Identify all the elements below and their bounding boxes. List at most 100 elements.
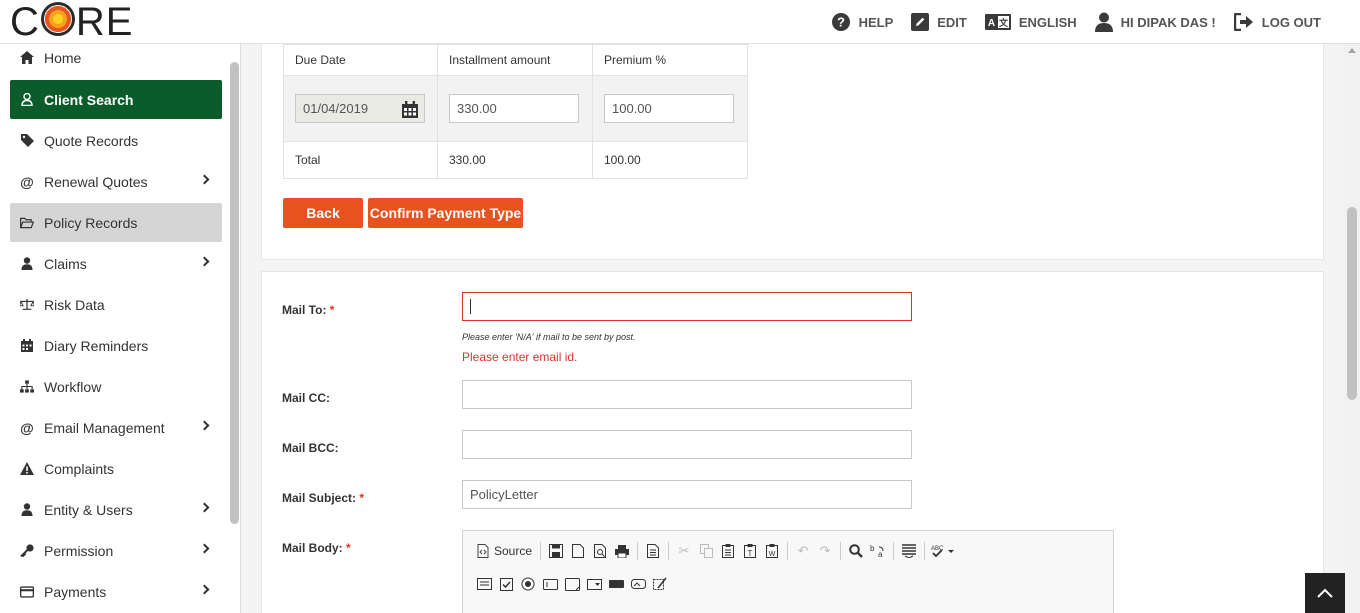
required-mark: * (346, 541, 351, 555)
logo-text-start: C (10, 0, 40, 44)
paste-text-icon[interactable]: T (739, 540, 761, 562)
mail-to-input[interactable] (462, 292, 912, 321)
main-content: Due Date Installment amount Premium % 01… (241, 44, 1344, 613)
select-field-icon[interactable] (583, 573, 605, 595)
cut-icon[interactable]: ✂ (673, 540, 695, 562)
installment-table: Due Date Installment amount Premium % 01… (283, 44, 748, 179)
installment-amount-value: 330.00 (457, 101, 497, 116)
table-row: 01/04/2019 330.00 100.00 (283, 75, 748, 142)
templates-icon[interactable] (642, 540, 664, 562)
undo-icon[interactable]: ↶ (792, 540, 814, 562)
sidebar-item-claims[interactable]: Claims (10, 244, 222, 283)
source-icon (477, 544, 489, 558)
sidebar-item-permission[interactable]: Permission (10, 531, 222, 570)
due-date-field[interactable]: 01/04/2019 (295, 94, 425, 123)
at-icon: @ (20, 419, 34, 436)
sidebar-item-label: Email Management (44, 419, 165, 436)
sidebar-item-home[interactable]: Home (10, 44, 222, 77)
sidebar-item-email-management[interactable]: @ Email Management (10, 408, 222, 447)
total-row: Total 330.00 100.00 (283, 141, 748, 179)
page-scroll-thumb[interactable] (1347, 207, 1357, 400)
preview-icon[interactable] (589, 540, 611, 562)
translate-icon: A文 (984, 14, 1011, 30)
back-to-top-button[interactable] (1305, 573, 1345, 613)
toolbar-separator (637, 542, 639, 560)
svg-text:文: 文 (998, 17, 1009, 28)
sidebar: Home Client Search Quote Records @ Renew… (0, 44, 241, 613)
premium-percent-input[interactable]: 100.00 (604, 94, 734, 123)
mail-subject-input[interactable]: PolicyLetter (462, 480, 912, 509)
svg-text:b: b (870, 544, 875, 553)
edit-icon (911, 13, 930, 31)
total-label: Total (283, 141, 438, 179)
copy-icon[interactable] (695, 540, 717, 562)
sitemap-icon (20, 380, 34, 394)
premium-percent-value: 100.00 (612, 101, 652, 116)
language-link[interactable]: A文 ENGLISH (984, 14, 1077, 30)
installment-amount-input[interactable]: 330.00 (449, 94, 579, 123)
form-icon[interactable] (473, 573, 495, 595)
back-button[interactable]: Back (283, 198, 363, 228)
toolbar-separator (668, 542, 670, 560)
key-icon (20, 544, 34, 558)
mail-bcc-input[interactable] (462, 430, 912, 459)
paste-word-icon[interactable]: W (761, 540, 783, 562)
replace-icon[interactable]: ba (867, 540, 889, 562)
sidebar-item-client-search[interactable]: Client Search (10, 80, 222, 119)
warning-icon (20, 462, 34, 476)
image-button-icon[interactable] (627, 573, 649, 595)
installment-amount-header: Installment amount (437, 44, 593, 76)
sidebar-item-risk-data[interactable]: Risk Data (10, 285, 222, 324)
sidebar-item-workflow[interactable]: Workflow (10, 367, 222, 406)
logout-link[interactable]: LOG OUT (1233, 13, 1321, 31)
scroll-up-arrow-icon[interactable] (1348, 48, 1356, 53)
find-icon[interactable] (845, 540, 867, 562)
help-link[interactable]: ? HELP (831, 12, 893, 32)
select-all-icon[interactable] (898, 540, 920, 562)
spellcheck-icon[interactable]: ABC (929, 540, 959, 562)
sidebar-scrollbar[interactable] (230, 62, 239, 524)
redo-icon[interactable]: ↷ (814, 540, 836, 562)
hidden-field-icon[interactable] (649, 573, 671, 595)
mail-body-editor[interactable]: Source ✂ T W ↶ ↷ ba ABC (462, 530, 1114, 613)
checkbox-icon[interactable] (495, 573, 517, 595)
core-logo[interactable]: C RE (10, 2, 133, 42)
new-page-icon[interactable] (567, 540, 589, 562)
radio-icon[interactable] (517, 573, 539, 595)
editor-toolbar-row-1: Source ✂ T W ↶ ↷ ba ABC (473, 539, 959, 563)
mail-bcc-label: Mail BCC: (282, 441, 339, 455)
calendar-icon[interactable] (402, 101, 418, 118)
chevron-right-icon (199, 584, 210, 595)
sidebar-item-label: Renewal Quotes (44, 173, 148, 190)
user-menu[interactable]: HI DIPAK DAS ! (1094, 12, 1216, 32)
sidebar-item-payments[interactable]: Payments (10, 572, 222, 611)
sidebar-item-diary-reminders[interactable]: Diary Reminders (10, 326, 222, 365)
button-field-icon[interactable] (605, 573, 627, 595)
chevron-right-icon (199, 256, 210, 267)
top-nav: ? HELP EDIT A文 ENGLISH HI DIPAK DAS ! LO… (813, 0, 1321, 44)
sidebar-item-label: Workflow (44, 378, 102, 395)
top-header: C RE ? HELP EDIT A文 ENGLISH HI DIPAK DAS … (0, 0, 1360, 44)
user-outline-icon (20, 93, 34, 107)
chevron-right-icon (199, 174, 210, 185)
text-field-icon[interactable] (539, 573, 561, 595)
sidebar-item-policy-records[interactable]: Policy Records (10, 203, 222, 242)
page-scrollbar[interactable] (1344, 44, 1360, 613)
chevron-right-icon (199, 502, 210, 513)
mail-cc-input[interactable] (462, 380, 912, 409)
print-icon[interactable] (611, 540, 633, 562)
save-icon[interactable] (545, 540, 567, 562)
sidebar-item-quote-records[interactable]: Quote Records (10, 121, 222, 160)
sidebar-item-label: Entity & Users (44, 501, 133, 518)
sidebar-item-complaints[interactable]: Complaints (10, 449, 222, 488)
sidebar-item-entity-users[interactable]: Entity & Users (10, 490, 222, 529)
source-button[interactable]: Source (473, 544, 536, 558)
edit-link[interactable]: EDIT (911, 13, 967, 31)
confirm-payment-type-button[interactable]: Confirm Payment Type (368, 198, 523, 228)
sidebar-item-renewal-quotes[interactable]: @ Renewal Quotes (10, 162, 222, 201)
textarea-icon[interactable] (561, 573, 583, 595)
paste-icon[interactable] (717, 540, 739, 562)
user-greeting: HI DIPAK DAS ! (1120, 14, 1216, 30)
due-date-value: 01/04/2019 (303, 101, 369, 116)
logo-text-end: RE (75, 0, 134, 44)
